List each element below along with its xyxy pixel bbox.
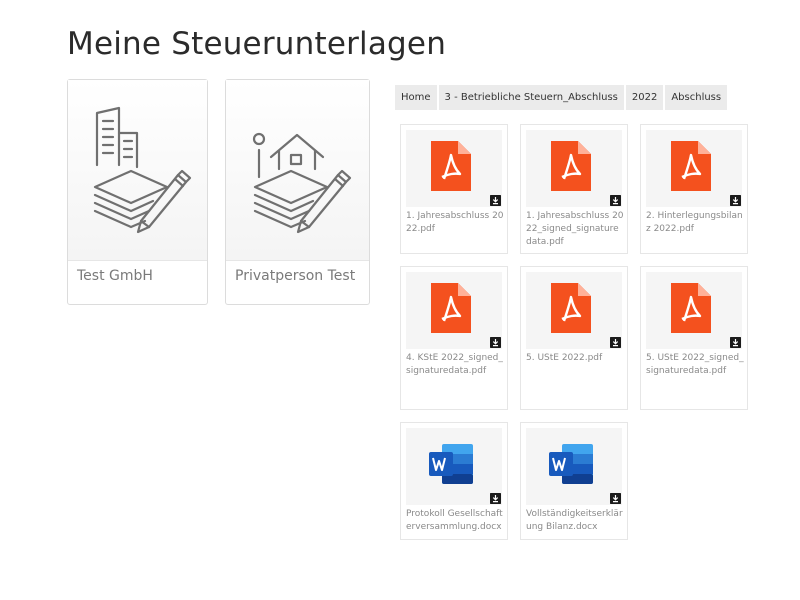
private-house-documents-icon	[226, 80, 369, 261]
breadcrumb-item-home[interactable]: Home	[395, 85, 437, 110]
file-name: Vollständigkeitserklärung Bilanz.docx	[526, 509, 623, 532]
file-name: 1. Jahresabschluss 2022.pdf	[406, 211, 504, 234]
profile-label: Privatperson Test	[235, 268, 356, 284]
file-card[interactable]: 2. Hinterlegungsbilanz 2022.pdf	[640, 124, 748, 254]
profile-card-test-gmbh[interactable]: Test GmbH	[67, 79, 208, 305]
file-name: 2. Hinterlegungsbilanz 2022.pdf	[646, 211, 743, 234]
profile-card-privatperson-test[interactable]: Privatperson Test	[225, 79, 370, 305]
breadcrumb-item-abschluss[interactable]: Abschluss	[665, 85, 728, 110]
pdf-file-icon	[431, 283, 471, 333]
breadcrumb-item-2022[interactable]: 2022	[625, 85, 664, 110]
download-icon[interactable]	[610, 195, 621, 206]
download-icon[interactable]	[490, 493, 501, 504]
download-icon[interactable]	[490, 195, 501, 206]
file-card[interactable]: 1. Jahresabschluss 2022.pdf	[400, 124, 508, 254]
file-card[interactable]: Vollständigkeitserklärung Bilanz.docx	[520, 422, 628, 540]
file-name: 5. UStE 2022.pdf	[526, 353, 603, 363]
file-card[interactable]: Protokoll Gesellschafterversammlung.docx	[400, 422, 508, 540]
pdf-file-icon	[551, 141, 591, 191]
profile-label: Test GmbH	[77, 268, 153, 284]
pdf-file-icon	[551, 283, 591, 333]
file-card[interactable]: 4. KStE 2022_signed_signaturedata.pdf	[400, 266, 508, 410]
breadcrumb-item-betriebliche-steuern[interactable]: 3 - Betriebliche Steuern_Abschluss	[438, 85, 624, 110]
file-card[interactable]: 1. Jahresabschluss 2022_signed_signature…	[520, 124, 628, 254]
company-building-documents-icon	[68, 80, 207, 261]
breadcrumb: Home 3 - Betriebliche Steuern_Abschluss …	[395, 85, 729, 110]
file-card[interactable]: 5. UStE 2022.pdf	[520, 266, 628, 410]
download-icon[interactable]	[610, 493, 621, 504]
file-name: 1. Jahresabschluss 2022_signed_signature…	[526, 211, 624, 247]
file-name: 4. KStE 2022_signed_signaturedata.pdf	[406, 353, 503, 376]
file-card[interactable]: 5. UStE 2022_signed_signaturedata.pdf	[640, 266, 748, 410]
word-document-icon	[429, 444, 473, 484]
download-icon[interactable]	[730, 337, 741, 348]
page-title: Meine Steuerunterlagen	[67, 26, 447, 62]
pdf-file-icon	[431, 141, 471, 191]
download-icon[interactable]	[730, 195, 741, 206]
download-icon[interactable]	[490, 337, 501, 348]
file-name: 5. UStE 2022_signed_signaturedata.pdf	[646, 353, 744, 376]
pdf-file-icon	[671, 283, 711, 333]
pdf-file-icon	[671, 141, 711, 191]
word-document-icon	[549, 444, 593, 484]
download-icon[interactable]	[610, 337, 621, 348]
file-name: Protokoll Gesellschafterversammlung.docx	[406, 509, 503, 532]
